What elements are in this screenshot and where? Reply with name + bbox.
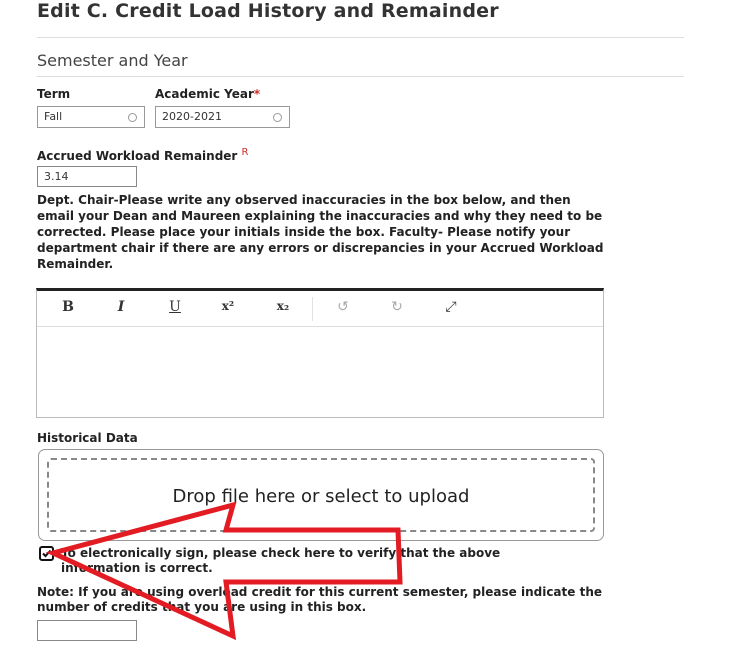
page-title: Edit C. Credit Load History and Remainde… — [37, 0, 499, 22]
term-select-value: Fall — [44, 110, 63, 123]
expand-icon[interactable]: ⤢ — [441, 299, 461, 319]
historical-data-label: Historical Data — [37, 431, 138, 445]
dropdown-circle-icon — [273, 113, 282, 122]
accrued-label: Accrued Workload Remainder R — [37, 147, 248, 163]
overload-note: Note: If you are using overload credit f… — [37, 585, 602, 614]
file-upload-dropzone[interactable]: Drop file here or select to upload — [38, 449, 604, 541]
overload-credits-input[interactable] — [37, 620, 137, 641]
dropdown-circle-icon — [128, 113, 137, 122]
accrued-workload-input[interactable]: 3.14 — [37, 166, 137, 187]
editor-toolbar: B I U x² x₂ ↺ ↻ ⤢ — [37, 291, 603, 327]
comment-editor[interactable]: B I U x² x₂ ↺ ↻ ⤢ — [36, 288, 604, 418]
r-badge: R — [241, 147, 249, 158]
academic-year-select-value: 2020-2021 — [162, 110, 222, 123]
checkmark-icon — [42, 549, 52, 558]
underline-button[interactable]: U — [166, 299, 184, 319]
term-label: Term — [37, 87, 71, 101]
toolbar-separator — [312, 297, 313, 321]
academic-year-label: Academic Year* — [155, 87, 260, 101]
academic-year-select[interactable]: 2020-2021 — [155, 106, 290, 128]
instructions-text: Dept. Chair-Please write any observed in… — [37, 193, 604, 271]
signature-checkbox[interactable] — [39, 546, 54, 561]
section-title: Semester and Year — [37, 51, 188, 70]
redo-icon[interactable]: ↻ — [387, 299, 407, 319]
required-marker: * — [253, 87, 261, 101]
accrued-label-text: Accrued Workload Remainder — [37, 149, 238, 163]
superscript-button[interactable]: x² — [217, 299, 239, 319]
undo-icon[interactable]: ↺ — [333, 299, 353, 319]
bold-button[interactable]: B — [59, 299, 77, 319]
section-divider — [37, 76, 684, 77]
term-select[interactable]: Fall — [37, 106, 145, 128]
subscript-button[interactable]: x₂ — [272, 299, 294, 319]
academic-year-label-text: Academic Year — [155, 87, 254, 101]
italic-button[interactable]: I — [112, 299, 130, 319]
drop-file-text: Drop file here or select to upload — [172, 486, 470, 507]
signature-text: To electronically sign, please check her… — [61, 546, 501, 575]
title-divider — [37, 37, 684, 38]
